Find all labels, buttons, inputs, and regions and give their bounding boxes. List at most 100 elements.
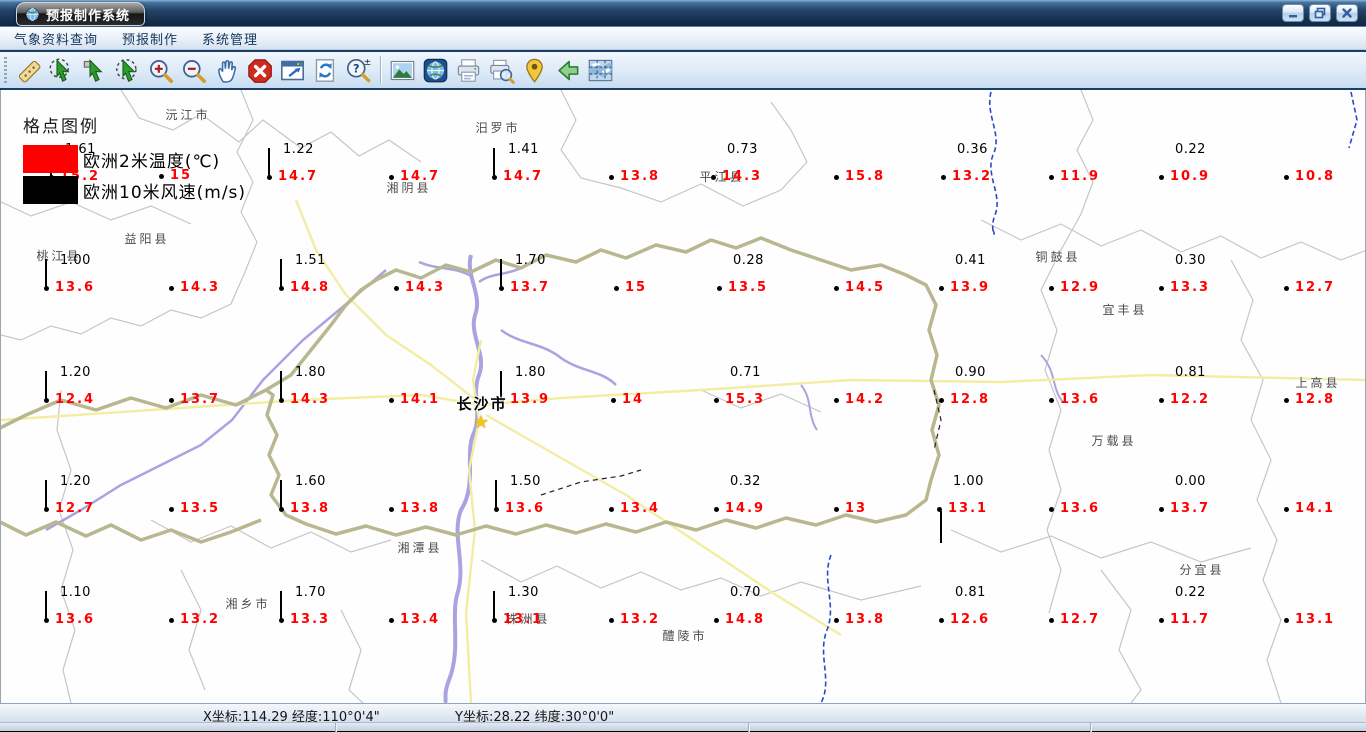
measure-ruler-icon (18, 60, 41, 82)
pan-hand-button[interactable] (210, 54, 243, 87)
temperature-value: 12.4 (55, 392, 96, 407)
temperature-value: 14.9 (725, 501, 766, 516)
temperature-value: 14.2 (845, 392, 886, 407)
temperature-value: 14.8 (290, 280, 331, 295)
temperature-value: 13.7 (510, 280, 551, 295)
temperature-value: 14.8 (725, 612, 766, 627)
temperature-value: 14.5 (845, 280, 886, 295)
back-arrow-icon (558, 60, 579, 80)
wind-barb (280, 591, 282, 619)
menu-item-forecast-production[interactable]: 预报制作 (122, 29, 178, 48)
restore-button[interactable] (1309, 4, 1331, 22)
toolbar-grip[interactable] (4, 57, 7, 83)
legend-windspeed-label: 欧洲10米风速(m/s) (83, 182, 247, 203)
select-lasso-button[interactable] (111, 54, 144, 87)
identify-button[interactable]: ? ± (342, 54, 375, 87)
wind-speed-value: 1.20 (60, 474, 91, 489)
point-dot (169, 398, 174, 403)
temperature-value: 13.6 (1060, 392, 1101, 407)
menu-item-system-management[interactable]: 系统管理 (202, 29, 258, 48)
stop-icon (248, 58, 272, 83)
temperature-value: 13.3 (290, 612, 331, 627)
point-dot (389, 618, 394, 623)
point-dot (1049, 398, 1054, 403)
legend-temperature-swatch (23, 145, 78, 173)
select-circle-button[interactable] (45, 54, 78, 87)
print-preview-button[interactable] (485, 54, 518, 87)
temperature-value: 13.6 (505, 501, 546, 516)
print-preview-icon (490, 59, 515, 84)
wind-speed-value: 1.30 (508, 585, 539, 600)
back-arrow-button[interactable] (551, 54, 584, 87)
temperature-value: 14 (622, 392, 645, 407)
select-circle-icon (49, 58, 70, 82)
wind-speed-value: 1.80 (295, 365, 326, 380)
temperature-value: 13.2 (952, 169, 993, 184)
print-icon (457, 58, 480, 82)
zoom-in-button[interactable] (144, 54, 177, 87)
temperature-value: 12.8 (950, 392, 991, 407)
temperature-value: 13.1 (1295, 612, 1336, 627)
window-controls (1282, 4, 1358, 22)
window-resize-strip (0, 722, 1366, 732)
select-lasso-icon (116, 58, 137, 82)
wind-barb (45, 591, 47, 619)
temperature-value: 12.6 (950, 612, 991, 627)
point-dot (1159, 398, 1164, 403)
print-button[interactable] (452, 54, 485, 87)
temperature-value: 13.6 (1060, 501, 1101, 516)
temperature-value: 13.4 (400, 612, 441, 627)
point-dot (834, 507, 839, 512)
map-label: 分宜县 (1179, 563, 1225, 577)
app-logo-globe-icon (25, 7, 40, 22)
point-dot (711, 175, 716, 180)
legend-windspeed-swatch (23, 176, 78, 204)
wind-speed-value: 1.50 (510, 474, 541, 489)
stop-button[interactable] (243, 54, 276, 87)
globe-button[interactable] (419, 54, 452, 87)
app-tab[interactable]: 预报制作系统 (16, 2, 146, 26)
image-export-button[interactable] (386, 54, 419, 87)
map-canvas[interactable]: 沅江市 汨罗市 湘阴县 平江县 益阳县 桃江县 铜鼓县 宜丰县 上高县 万载县 湘潭县 湘乡市 株洲县醴… (0, 90, 1366, 703)
pin-marker-button[interactable] (518, 54, 551, 87)
point-dot (1284, 507, 1289, 512)
temperature-value: 14.3 (722, 169, 763, 184)
temperature-value: 13.8 (845, 612, 886, 627)
measure-ruler-button[interactable] (12, 54, 45, 87)
refresh-button[interactable] (309, 54, 342, 87)
point-dot (1159, 286, 1164, 291)
temperature-value: 13.1 (503, 612, 544, 627)
map-grid-button[interactable] (584, 54, 617, 87)
zoom-out-button[interactable] (177, 54, 210, 87)
wind-speed-value: 1.51 (295, 253, 326, 268)
close-icon (1342, 8, 1352, 18)
refresh-icon (315, 58, 335, 82)
legend-title: 格点图例 (23, 117, 99, 137)
map-label: 宜丰县 (1102, 303, 1148, 317)
temperature-value: 15.8 (845, 169, 886, 184)
app-window: 预报制作系统 气象资料查询 预报制作 系统管理 ? ± 沅江市 汨罗市 湘阴县 … (0, 0, 1366, 732)
point-dot (939, 618, 944, 623)
menu-item-weather-data-query[interactable]: 气象资料查询 (14, 29, 98, 48)
full-extent-button[interactable] (276, 54, 309, 87)
point-dot (714, 398, 719, 403)
map-label: 湘潭县 (397, 541, 443, 555)
point-dot (1159, 618, 1164, 623)
wind-speed-value: 1.00 (953, 474, 984, 489)
select-arrow-icon (83, 58, 103, 82)
point-dot (834, 175, 839, 180)
point-dot (834, 286, 839, 291)
temperature-value: 13 (845, 501, 868, 516)
map-label: 上高县 (1295, 376, 1341, 390)
point-dot (834, 618, 839, 623)
identify-icon: ? ± (346, 57, 371, 82)
wind-speed-value: 0.22 (1175, 585, 1206, 600)
select-arrow-button[interactable] (78, 54, 111, 87)
globe-icon (423, 58, 448, 82)
wind-barb (45, 371, 47, 399)
legend-temperature-label: 欧洲2米温度(℃) (83, 151, 221, 172)
minimize-button[interactable] (1282, 4, 1304, 22)
close-button[interactable] (1336, 4, 1358, 22)
point-dot (941, 175, 946, 180)
wind-barb (495, 480, 497, 508)
